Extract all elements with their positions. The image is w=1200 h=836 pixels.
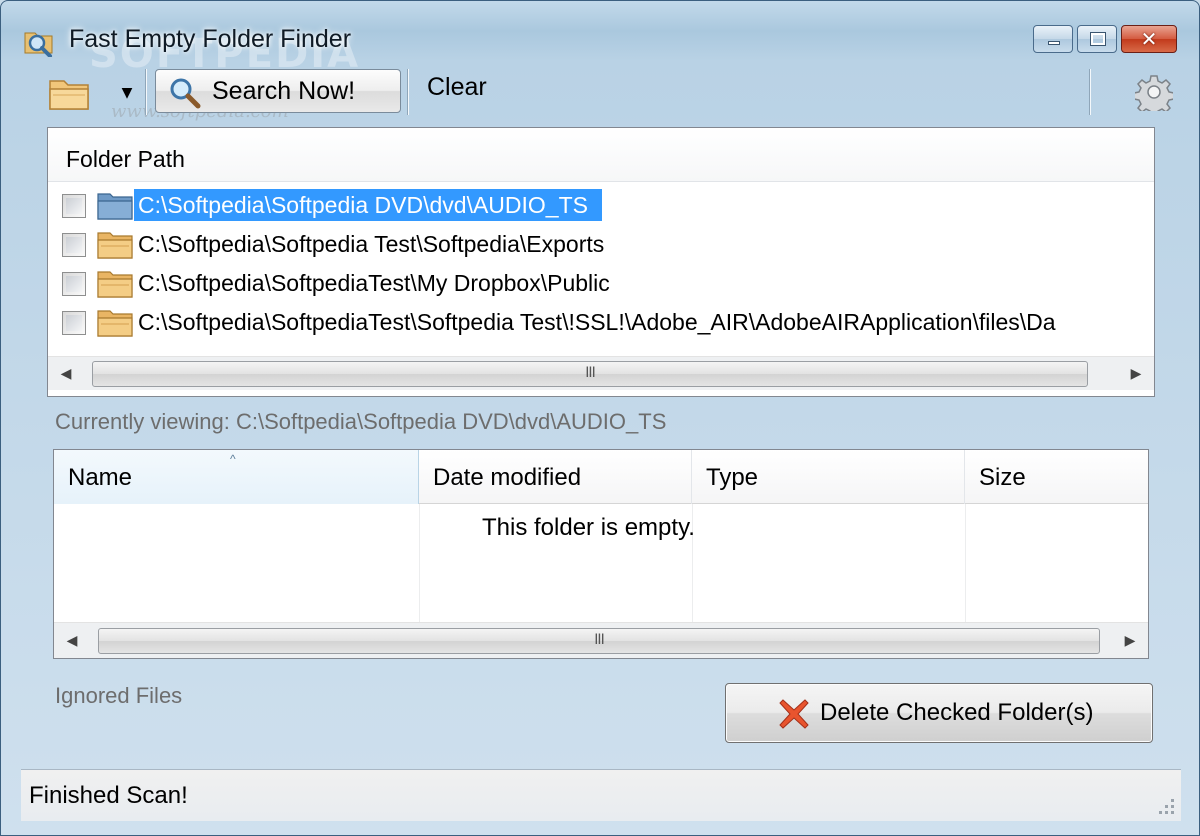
toolbar-separator (145, 69, 147, 115)
folder-checkbox[interactable] (62, 311, 86, 335)
folder-path: C:\Softpedia\Softpedia DVD\dvd\AUDIO_TS (134, 189, 602, 221)
folder-row[interactable]: C:\Softpedia\SoftpediaTest\My Dropbox\Pu… (48, 264, 1154, 302)
caption-buttons: ✕ (1033, 25, 1177, 55)
folder-contents-view[interactable]: ^ Name Date modified Type Size This fold… (53, 449, 1149, 659)
search-icon (170, 78, 201, 109)
search-now-label: Search Now! (212, 77, 356, 105)
column-divider (965, 504, 966, 622)
maximize-icon (1090, 32, 1106, 46)
ignored-files-label[interactable]: Ignored Files (55, 683, 182, 709)
contents-scrollbar[interactable]: ◀ III ▶ (54, 622, 1148, 658)
column-name-label: Name (68, 464, 133, 491)
folder-checkbox[interactable] (62, 233, 86, 257)
scroll-left-icon[interactable]: ◀ (54, 623, 90, 659)
sort-ascending-icon: ^ (230, 452, 236, 466)
folder-icon[interactable] (47, 73, 91, 113)
clear-button[interactable]: Clear (427, 73, 487, 102)
maximize-button[interactable] (1077, 25, 1117, 53)
column-type-label: Type (706, 464, 759, 491)
folder-checkbox[interactable] (62, 194, 86, 218)
currently-viewing-label: Currently viewing: C:\Softpedia\Softpedi… (55, 409, 667, 434)
scroll-right-icon[interactable]: ▶ (1112, 623, 1148, 659)
folder-path: C:\Softpedia\SoftpediaTest\My Dropbox\Pu… (138, 270, 610, 296)
folder-path-header-label: Folder Path (66, 146, 185, 172)
contents-header: ^ Name Date modified Type Size (54, 450, 1148, 504)
scrollbar-thumb[interactable]: III (98, 628, 1100, 654)
column-type[interactable]: Type (692, 450, 965, 504)
folder-list[interactable]: Folder Path C:\Softpedia\Softpedia DVD\d… (47, 127, 1155, 397)
folder-row[interactable]: C:\Softpedia\SoftpediaTest\Softpedia Tes… (48, 303, 1154, 341)
window-title: Fast Empty Folder Finder (69, 25, 352, 53)
minimize-button[interactable] (1033, 25, 1073, 53)
app-icon (24, 32, 53, 57)
delete-checked-folders-label: Delete Checked Folder(s) (820, 699, 1094, 726)
search-now-button[interactable]: Search Now! (155, 69, 401, 113)
toolbar-separator (1089, 69, 1091, 115)
title-bar[interactable]: SOFTPEDIA Fast Empty Folder Finder ✕ (1, 1, 1199, 77)
scrollbar-thumb[interactable]: III (92, 361, 1088, 387)
folder-icon (97, 193, 133, 220)
delete-checked-folders-button[interactable]: Delete Checked Folder(s) (725, 683, 1153, 743)
folder-icon (97, 232, 133, 259)
delete-x-icon (779, 699, 809, 729)
folder-row[interactable]: C:\Softpedia\Softpedia Test\Softpedia\Ex… (48, 225, 1154, 263)
folder-path-header[interactable]: Folder Path (48, 128, 1154, 182)
folder-list-scrollbar[interactable]: ◀ III ▶ (48, 356, 1154, 390)
column-divider (419, 504, 420, 622)
close-button[interactable]: ✕ (1121, 25, 1177, 53)
column-size-label: Size (979, 464, 1026, 491)
scrollbar-grip: III (585, 365, 595, 381)
status-bar: Finished Scan! (21, 769, 1181, 821)
folder-row[interactable]: C:\Softpedia\Softpedia DVD\dvd\AUDIO_TS (48, 186, 1154, 224)
folder-path: C:\Softpedia\SoftpediaTest\Softpedia Tes… (138, 309, 1056, 335)
folder-checkbox[interactable] (62, 272, 86, 296)
folder-icon (97, 310, 133, 337)
column-name[interactable]: ^ Name (54, 450, 419, 504)
resize-grip-icon[interactable] (1153, 793, 1177, 817)
column-size[interactable]: Size (965, 450, 1148, 504)
column-date-label: Date modified (433, 464, 582, 491)
column-date-modified[interactable]: Date modified (419, 450, 692, 504)
scroll-right-icon[interactable]: ▶ (1118, 357, 1154, 391)
scroll-left-icon[interactable]: ◀ (48, 357, 84, 391)
folder-icon (97, 271, 133, 298)
close-icon: ✕ (1140, 27, 1158, 51)
status-text: Finished Scan! (29, 782, 188, 809)
scrollbar-grip: III (594, 632, 604, 648)
minimize-icon (1048, 41, 1060, 45)
chevron-down-icon[interactable]: ▼ (117, 79, 137, 107)
app-window: SOFTPEDIA Fast Empty Folder Finder ✕ www… (0, 0, 1200, 836)
folder-path: C:\Softpedia\Softpedia Test\Softpedia\Ex… (138, 231, 605, 257)
gear-icon[interactable] (1135, 73, 1173, 111)
toolbar-separator (407, 69, 409, 115)
contents-body[interactable]: This folder is empty. (54, 504, 1148, 622)
toolbar: ▼ Search Now! Clear (21, 65, 1179, 117)
empty-folder-message: This folder is empty. (482, 514, 695, 541)
